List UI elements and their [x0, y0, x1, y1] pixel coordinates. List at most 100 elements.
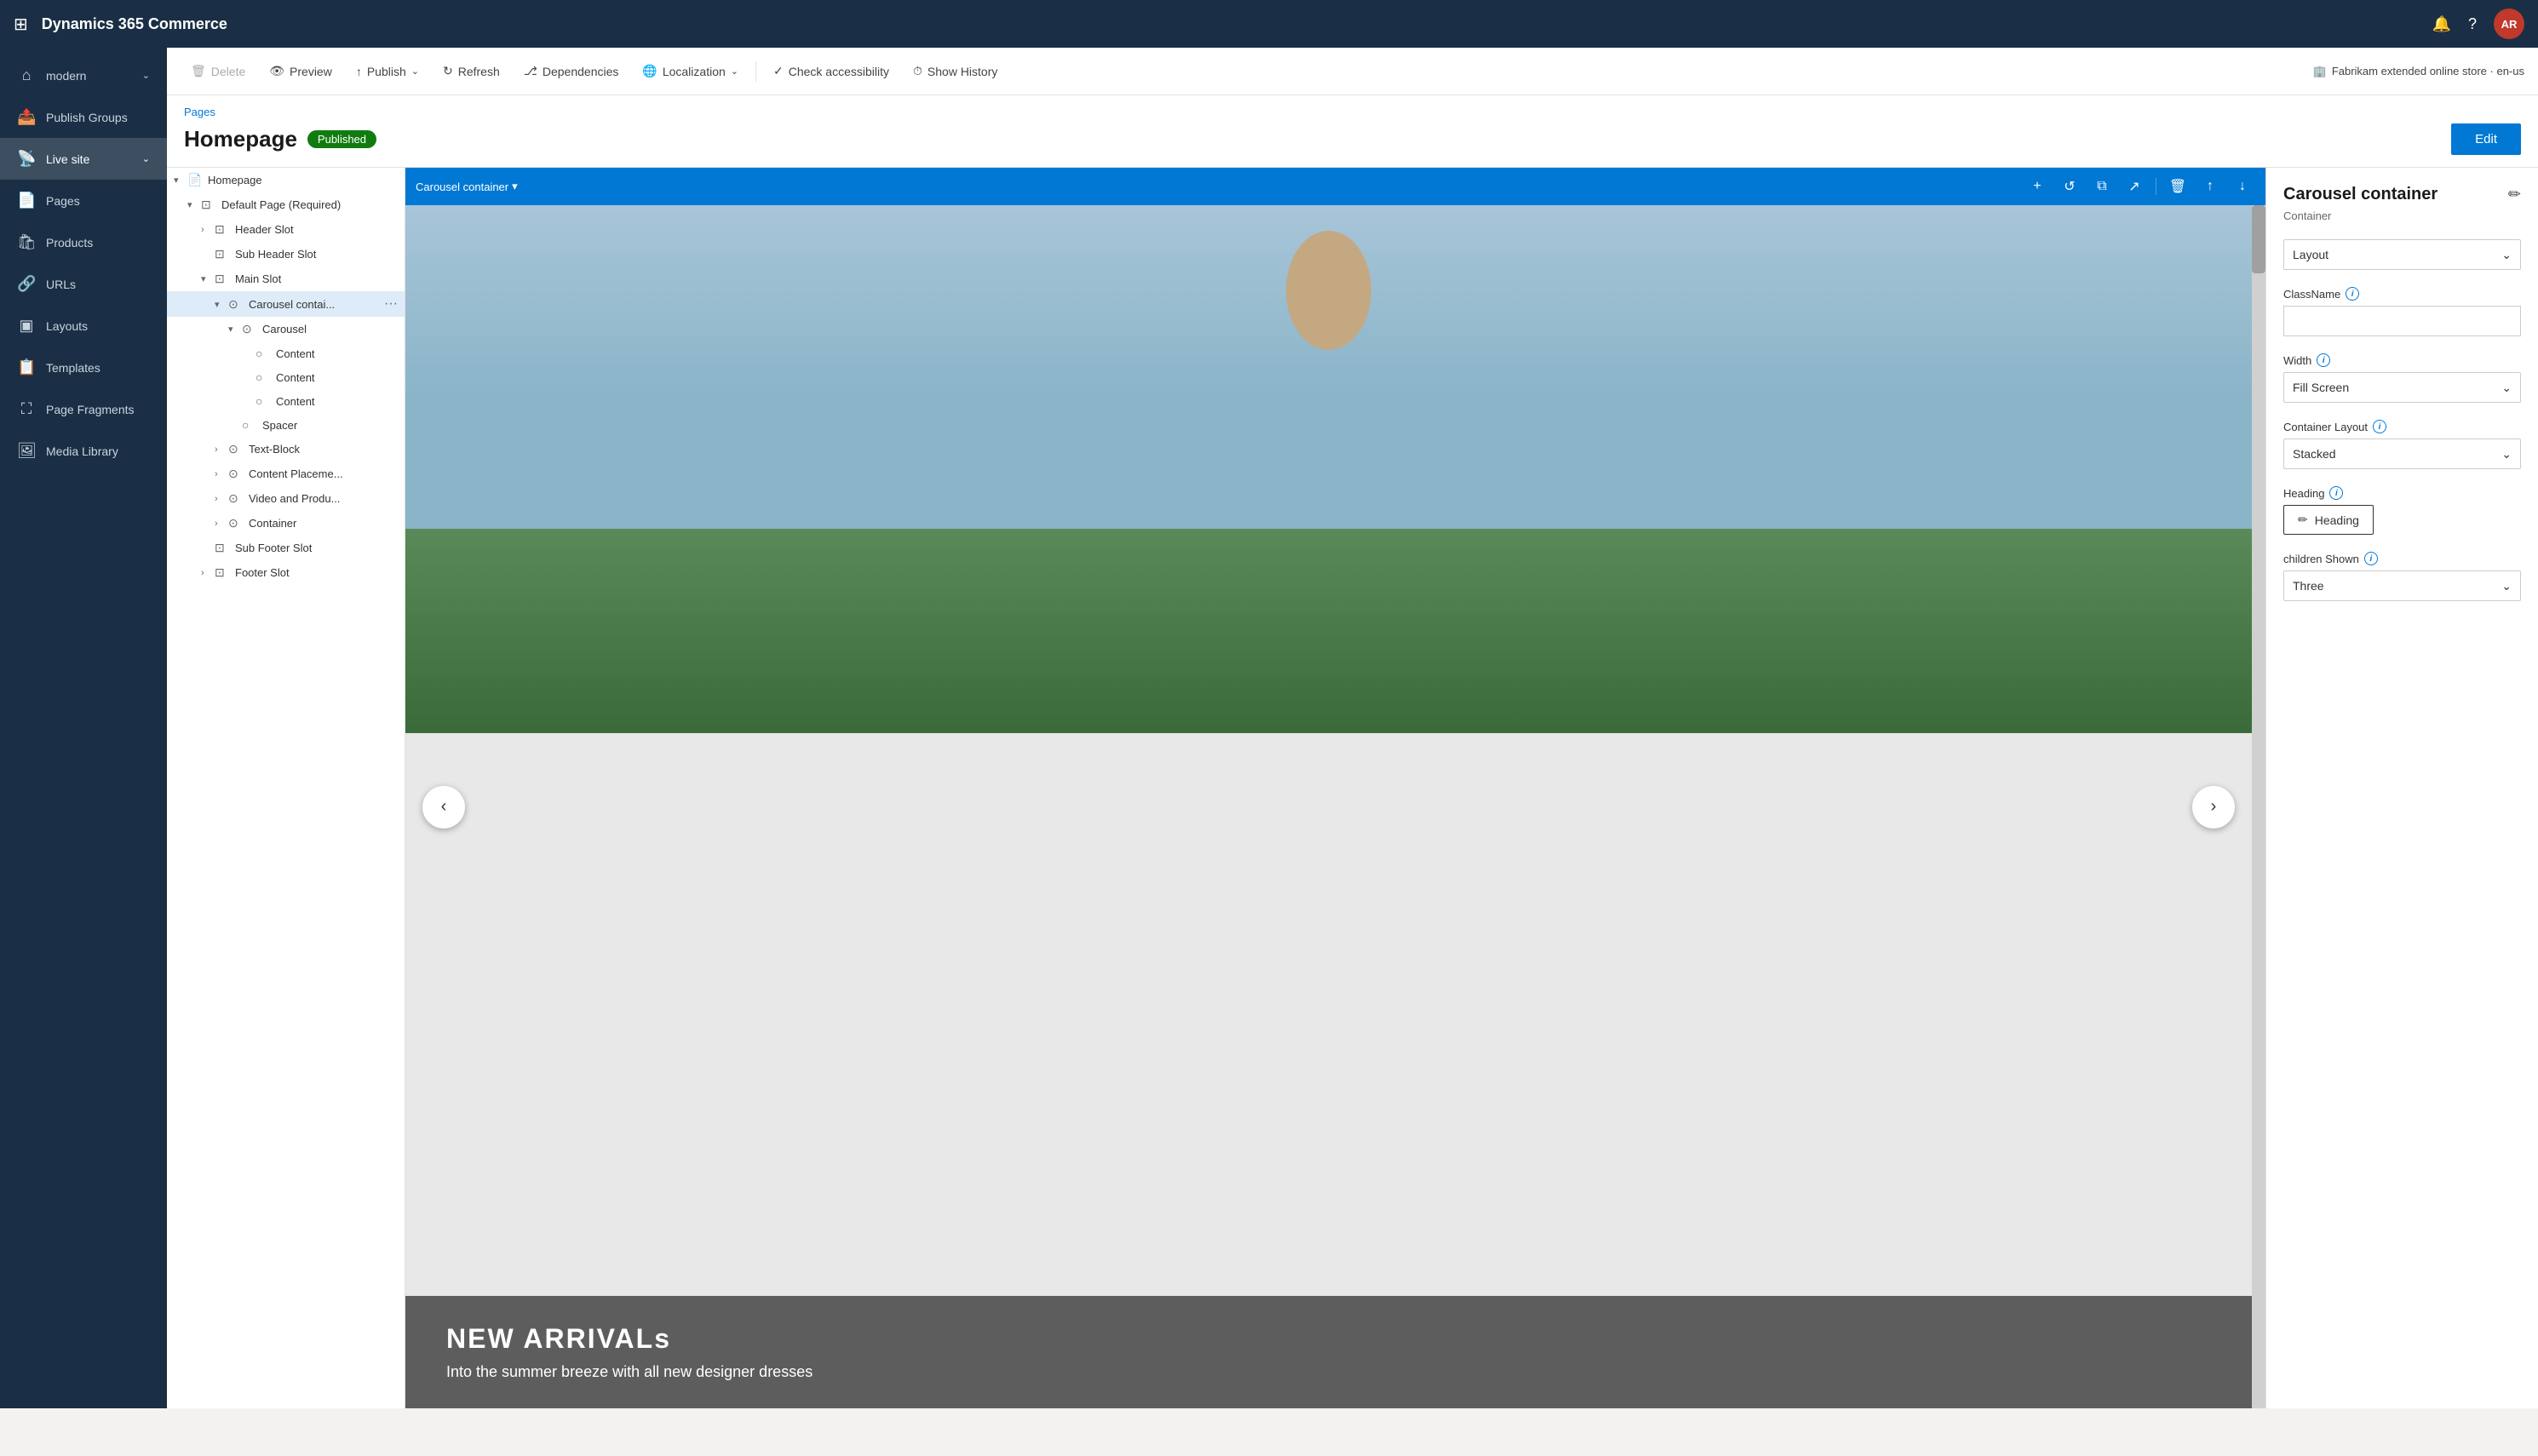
tree-node-container[interactable]: › ⊙ Container [167, 511, 405, 536]
sidebar-item-publish-groups[interactable]: 📤 Publish Groups [0, 96, 167, 138]
container-layout-label: Container Layout i [2283, 420, 2521, 433]
tree-node-carousel-container[interactable]: ▾ ⊙ Carousel contai... ··· [167, 291, 405, 317]
canvas-copy-button[interactable]: ⧉ [2089, 174, 2115, 199]
tree-node-main-slot[interactable]: ▾ ⊡ Main Slot [167, 267, 405, 291]
sidebar-item-page-fragments[interactable]: ⛶ Page Fragments [0, 388, 167, 430]
breadcrumb[interactable]: Pages [184, 106, 2521, 118]
sidebar-item-modern[interactable]: ⌂ modern ⌄ [0, 54, 167, 96]
notification-icon[interactable]: 🔔 [2432, 15, 2451, 33]
container-layout-info-icon[interactable]: i [2373, 420, 2386, 433]
carousel-next-button[interactable]: › [2192, 786, 2235, 828]
media-library-icon: 🖼 [17, 442, 36, 460]
carousel-prev-button[interactable]: ‹ [422, 786, 465, 828]
tree-node-carousel[interactable]: ▾ ⊙ Carousel [167, 317, 405, 341]
layout-dropdown[interactable]: Layout ⌄ [2283, 239, 2521, 270]
tree-node-content-placement[interactable]: › ⊙ Content Placeme... [167, 461, 405, 486]
canvas-scrollbar-thumb[interactable] [2252, 205, 2265, 273]
editor-area: ▾ 📄 Homepage ▾ ⊡ Default Page (Required)… [167, 168, 2538, 1408]
tree-node-footer-slot[interactable]: › ⊡ Footer Slot [167, 560, 405, 585]
preview-icon: 👁 [269, 64, 284, 78]
slot-icon: ⊡ [215, 541, 232, 555]
tree-node-content-2[interactable]: › ○ Content [167, 365, 405, 389]
slot-icon: ⊡ [215, 222, 232, 237]
canvas-scrollbar[interactable] [2252, 205, 2265, 1408]
slot-icon: ⊡ [215, 247, 232, 261]
sidebar-item-urls[interactable]: 🔗 URLs [0, 263, 167, 305]
sidebar-item-layouts[interactable]: ▣ Layouts [0, 305, 167, 347]
dependencies-icon: ⎇ [524, 64, 537, 78]
width-chevron-icon: ⌄ [2501, 381, 2512, 395]
localization-icon: 🌐 [642, 64, 657, 78]
classname-info-icon[interactable]: i [2346, 287, 2359, 301]
sidebar-item-products[interactable]: 🛍 Products [0, 221, 167, 263]
tree-node-homepage[interactable]: ▾ 📄 Homepage [167, 168, 405, 192]
layouts-icon: ▣ [17, 317, 36, 335]
slot-icon: ⊡ [215, 272, 232, 286]
dependencies-button[interactable]: ⎇ Dependencies [514, 59, 629, 83]
refresh-icon: ↻ [443, 64, 453, 78]
preview-button[interactable]: 👁 Preview [259, 59, 342, 83]
canvas-rotate-button[interactable]: ↺ [2057, 174, 2082, 199]
canvas-module-label: Carousel container ▾ [416, 180, 518, 193]
publish-button[interactable]: ↑ Publish ⌄ [346, 60, 429, 83]
sidebar-item-pages[interactable]: 📄 Pages [0, 180, 167, 221]
container-layout-dropdown[interactable]: Stacked ⌄ [2283, 439, 2521, 469]
canvas-export-button[interactable]: ↗ [2122, 174, 2147, 199]
width-dropdown[interactable]: Fill Screen ⌄ [2283, 372, 2521, 403]
user-avatar[interactable]: AR [2494, 9, 2524, 39]
canvas-add-button[interactable]: + [2024, 174, 2050, 199]
carousel-subtitle: Into the summer breeze with all new desi… [446, 1363, 2211, 1381]
tree-node-content-3[interactable]: › ○ Content [167, 389, 405, 413]
help-icon[interactable]: ? [2468, 15, 2477, 33]
children-shown-dropdown[interactable]: Three ⌄ [2283, 570, 2521, 601]
module-icon: ⊙ [228, 491, 245, 506]
more-icon[interactable]: ··· [384, 296, 398, 312]
show-history-button[interactable]: ⏱ Show History [903, 59, 1008, 83]
check-accessibility-button[interactable]: ✓ Check accessibility [763, 59, 899, 83]
store-info: 🏢 Fabrikam extended online store · en-us [2313, 65, 2524, 78]
tree-node-sub-header-slot[interactable]: › ⊡ Sub Header Slot [167, 242, 405, 267]
pencil-icon: ✏ [2298, 513, 2308, 527]
accessibility-icon: ✓ [773, 64, 784, 78]
children-shown-info-icon[interactable]: i [2364, 552, 2378, 565]
tree-node-header-slot[interactable]: › ⊡ Header Slot [167, 217, 405, 242]
canvas-move-down-button[interactable]: ↓ [2230, 174, 2255, 199]
refresh-button[interactable]: ↻ Refresh [433, 59, 510, 83]
sidebar-item-templates[interactable]: 📋 Templates [0, 347, 167, 388]
expand-icon: › [201, 568, 215, 578]
localization-chevron-icon: ⌄ [731, 66, 738, 77]
heading-button[interactable]: ✏ Heading [2283, 505, 2374, 535]
props-width-field: Width i Fill Screen ⌄ [2283, 353, 2521, 403]
canvas-move-up-button[interactable]: ↑ [2197, 174, 2223, 199]
container-layout-chevron-icon: ⌄ [2501, 447, 2512, 461]
carousel-overlay: NEW ARRIVALs Into the summer breeze with… [405, 1296, 2252, 1408]
classname-input[interactable] [2283, 306, 2521, 336]
grid-icon[interactable]: ⊞ [14, 14, 28, 35]
tree-node-content-1[interactable]: › ○ Content [167, 341, 405, 365]
layout-chevron-icon: ⌄ [2501, 248, 2512, 262]
store-icon: 🏢 [2313, 65, 2327, 78]
width-label: Width i [2283, 353, 2521, 367]
history-icon: ⏱ [913, 64, 922, 78]
width-info-icon[interactable]: i [2317, 353, 2330, 367]
edit-button[interactable]: Edit [2451, 123, 2521, 155]
tree-node-default-page[interactable]: ▾ ⊡ Default Page (Required) [167, 192, 405, 217]
carousel-image [405, 205, 2252, 733]
props-container-layout-field: Container Layout i Stacked ⌄ [2283, 420, 2521, 469]
content-icon: ○ [256, 347, 273, 360]
canvas-delete-button[interactable]: 🗑 [2165, 174, 2191, 199]
sidebar-item-media-library[interactable]: 🖼 Media Library [0, 430, 167, 472]
page-fragments-icon: ⛶ [17, 400, 36, 418]
props-edit-icon[interactable]: ✏ [2508, 186, 2521, 203]
canvas-content: NEW ARRIVALs Into the summer breeze with… [405, 205, 2252, 1408]
canvas-area: Carousel container ▾ + ↺ ⧉ ↗ 🗑 ↑ ↓ [405, 168, 2265, 1408]
tree-node-spacer[interactable]: › ○ Spacer [167, 413, 405, 437]
tree-node-video-products[interactable]: › ⊙ Video and Produ... [167, 486, 405, 511]
localization-button[interactable]: 🌐 Localization ⌄ [632, 59, 749, 83]
heading-info-icon[interactable]: i [2329, 486, 2343, 500]
tree-node-sub-footer-slot[interactable]: › ⊡ Sub Footer Slot [167, 536, 405, 560]
tree-node-text-block[interactable]: › ⊙ Text-Block [167, 437, 405, 461]
urls-icon: 🔗 [17, 275, 36, 293]
sidebar-item-live-site[interactable]: 📡 Live site ⌄ [0, 138, 167, 180]
delete-button[interactable]: 🗑 Delete [181, 59, 256, 83]
